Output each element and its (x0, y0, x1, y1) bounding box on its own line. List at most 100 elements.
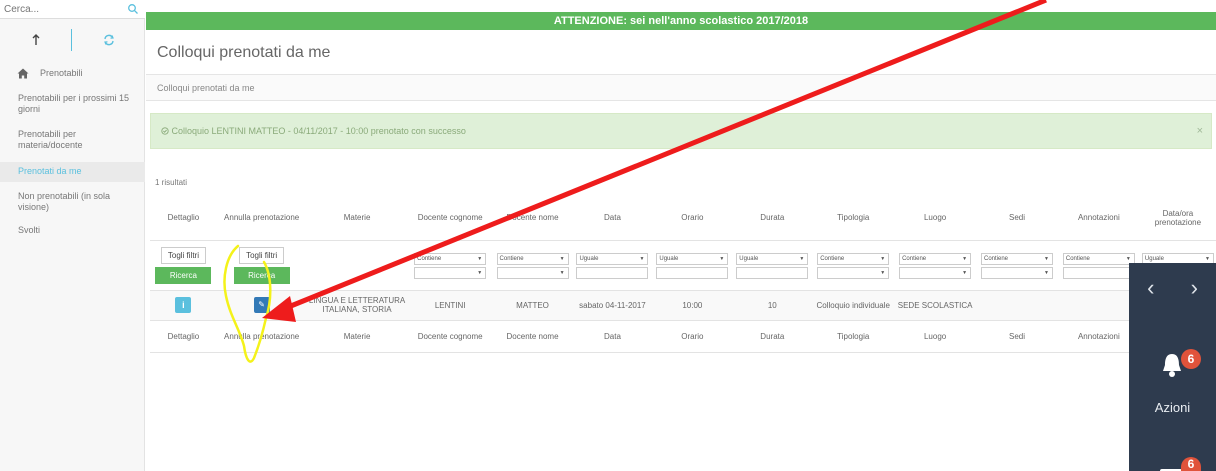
search-box (0, 0, 145, 19)
cell-docente-nome: MATTEO (492, 290, 573, 321)
dock-arrows: ‹ › (1129, 275, 1216, 301)
sidebar-item-svolti[interactable]: Svolti (0, 222, 145, 241)
filter-operator-select[interactable]: Contiene (980, 253, 1053, 265)
clear-filters-button[interactable]: Togli filtri (239, 246, 285, 264)
cell-luogo: SEDE SCOLASTICA (894, 290, 977, 321)
filter-value-select[interactable] (817, 267, 890, 279)
filter-value-select[interactable] (414, 267, 487, 279)
sidebar-item-prenotabili[interactable]: Prenotabili (0, 64, 145, 84)
home-icon (17, 68, 29, 79)
check-circle-icon (161, 127, 169, 135)
filter-operator-select[interactable]: Contiene (1062, 253, 1135, 265)
column-header[interactable]: Data/ora prenotazione (1139, 196, 1216, 241)
column-footer: Orario (652, 320, 733, 353)
cell-data: sabato 04-11-2017 (572, 290, 653, 321)
sidebar-item-prossimi-15-giorni[interactable]: Prenotabili per i prossimi 15 giorni (0, 90, 145, 120)
cell-docente-cognome: LENTINI (407, 290, 493, 321)
detail-cell: i (150, 290, 217, 321)
column-header[interactable]: Data (572, 196, 653, 241)
filter-value-input[interactable] (736, 267, 809, 279)
cancel-cell: ✎ (216, 290, 307, 321)
filter-cell: Uguale (652, 240, 733, 291)
sidebar-item-label: Prenotabili per i prossimi 15 giorni (18, 93, 130, 114)
filter-cell: Contiene (976, 240, 1058, 291)
results-count: 1 risultati (155, 178, 188, 187)
action-dock: ‹ › 6 Azioni 6 (1129, 263, 1216, 471)
column-footer: Annulla prenotazione (216, 320, 307, 353)
column-footer: Sedi (976, 320, 1058, 353)
close-icon[interactable]: × (1197, 114, 1203, 148)
filter-cell: Contiene (492, 240, 573, 291)
filter-operator-select[interactable]: Contiene (414, 253, 487, 265)
azioni-label[interactable]: Azioni (1129, 400, 1216, 415)
filter-value-select[interactable] (496, 267, 569, 279)
column-header[interactable]: Luogo (894, 196, 977, 241)
chevron-right-icon[interactable]: › (1191, 275, 1198, 301)
column-header[interactable]: Annotazioni (1057, 196, 1140, 241)
cancel-booking-button[interactable]: ✎ (253, 297, 270, 313)
cell-annotazioni (1057, 290, 1140, 321)
arrow-up-icon (32, 34, 39, 45)
column-footer: Luogo (894, 320, 977, 353)
search-input[interactable] (4, 2, 122, 16)
sidebar-item-materia-docente[interactable]: Prenotabili per materia/docente (0, 126, 145, 156)
chevron-left-icon[interactable]: ‹ (1147, 275, 1154, 301)
filter-cell: Uguale (572, 240, 653, 291)
breadcrumb-current: Colloqui prenotati da me (157, 83, 255, 93)
column-footer: Docente nome (492, 320, 573, 353)
sidebar: Prenotabili Prenotabili per i prossimi 1… (0, 0, 145, 471)
cell-durata: 10 (732, 290, 813, 321)
filter-cell (306, 240, 408, 291)
filter-operator-select[interactable]: Contiene (899, 253, 972, 265)
filter-cell: Contiene (407, 240, 493, 291)
filter-operator-select[interactable]: Contiene (496, 253, 569, 265)
message-badge: 6 (1181, 457, 1201, 471)
filter-value-select[interactable] (980, 267, 1053, 279)
info-button[interactable]: i (175, 297, 192, 313)
filter-value-input[interactable] (1062, 267, 1135, 279)
notification-badge: 6 (1181, 349, 1201, 369)
search-button[interactable]: Ricerca (155, 266, 212, 284)
filter-operator-select[interactable]: Contiene (817, 253, 890, 265)
column-footer: Annotazioni (1057, 320, 1140, 353)
sidebar-item-non-prenotabili[interactable]: Non prenotabili (in sola visione) (0, 188, 145, 218)
filter-cell: Uguale (732, 240, 813, 291)
column-footer: Dettaglio (150, 320, 217, 353)
column-header[interactable]: Sedi (976, 196, 1058, 241)
sidebar-item-label: Svolti (18, 225, 41, 235)
search-icon[interactable] (127, 3, 139, 15)
clear-filters-button[interactable]: Togli filtri (160, 246, 206, 264)
column-header[interactable]: Docente cognome (407, 196, 493, 241)
sidebar-item-label: Prenotabili (40, 67, 83, 78)
sidebar-item-label: Prenotabili per materia/docente (18, 129, 83, 150)
column-header[interactable]: Tipologia (812, 196, 895, 241)
refresh-icon (104, 34, 114, 46)
tab-refresh[interactable] (73, 29, 145, 51)
bookings-table: Dettaglio Annulla prenotazione Materie D… (150, 196, 1216, 353)
cell-orario: 10:00 (652, 290, 733, 321)
column-header[interactable]: Annulla prenotazione (216, 196, 307, 241)
filter-value-input[interactable] (576, 267, 649, 279)
filter-operator-select[interactable]: Uguale (736, 253, 809, 265)
column-footer: Docente cognome (407, 320, 493, 353)
filter-operator-select[interactable]: Uguale (576, 253, 649, 265)
column-footer: Tipologia (812, 320, 895, 353)
column-footer: Data (572, 320, 653, 353)
filter-operator-select[interactable]: Uguale (656, 253, 729, 265)
search-button[interactable]: Ricerca (233, 266, 290, 284)
sidebar-item-prenotati-da-me[interactable]: Prenotati da me (0, 162, 145, 182)
table-footer-row: Dettaglio Annulla prenotazione Materie D… (150, 320, 1216, 353)
column-header[interactable]: Durata (732, 196, 813, 241)
column-header[interactable]: Docente nome (492, 196, 573, 241)
column-header[interactable]: Materie (306, 196, 408, 241)
filter-value-input[interactable] (656, 267, 729, 279)
column-header[interactable]: Orario (652, 196, 733, 241)
tab-up[interactable] (0, 29, 72, 51)
filter-cell: Contiene (894, 240, 977, 291)
filter-cell: Togli filtri Ricerca (216, 240, 307, 291)
school-year-banner: ATTENZIONE: sei nell'anno scolastico 201… (146, 12, 1216, 30)
filter-cell: Contiene (1057, 240, 1140, 291)
sidebar-tabs (0, 25, 145, 55)
column-header[interactable]: Dettaglio (150, 196, 217, 241)
filter-value-select[interactable] (899, 267, 972, 279)
